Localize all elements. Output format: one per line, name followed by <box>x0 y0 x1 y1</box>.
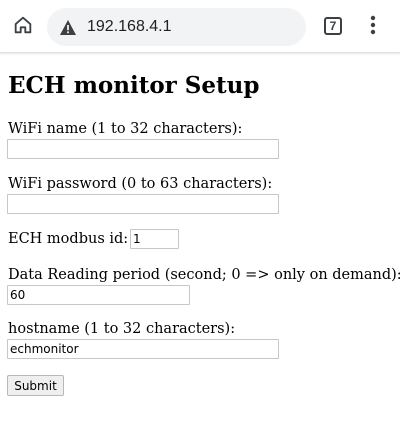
page-content: ECH monitor Setup WiFi name (1 to 32 cha… <box>0 54 400 421</box>
home-icon <box>12 14 34 41</box>
hostname-input[interactable] <box>7 339 279 359</box>
url-text: 192.168.4.1 <box>87 18 172 35</box>
home-button[interactable] <box>9 13 37 41</box>
submit-button[interactable]: Submit <box>7 375 64 396</box>
modbus-id-input[interactable] <box>130 229 179 249</box>
modbus-id-label: ECH modbus id: <box>8 231 129 247</box>
browser-toolbar: 192.168.4.1 7 <box>0 0 400 53</box>
wifi-password-label: WiFi password (0 to 63 characters): <box>8 176 273 192</box>
not-secure-warning-icon[interactable] <box>59 18 77 36</box>
page-title: ECH monitor Setup <box>8 72 260 99</box>
wifi-password-input[interactable] <box>7 194 279 214</box>
tab-switcher-button[interactable]: 7 <box>322 16 344 37</box>
hostname-label: hostname (1 to 32 characters): <box>8 321 236 337</box>
reading-period-input[interactable] <box>7 285 190 305</box>
more-vert-icon <box>370 15 376 40</box>
tab-count-badge: 7 <box>324 17 342 35</box>
wifi-name-input[interactable] <box>7 139 279 159</box>
address-bar[interactable]: 192.168.4.1 <box>47 8 306 46</box>
wifi-name-label: WiFi name (1 to 32 characters): <box>8 121 243 137</box>
browser-menu-button[interactable] <box>363 13 383 41</box>
reading-period-label: Data Reading period (second; 0 => only o… <box>8 267 400 283</box>
